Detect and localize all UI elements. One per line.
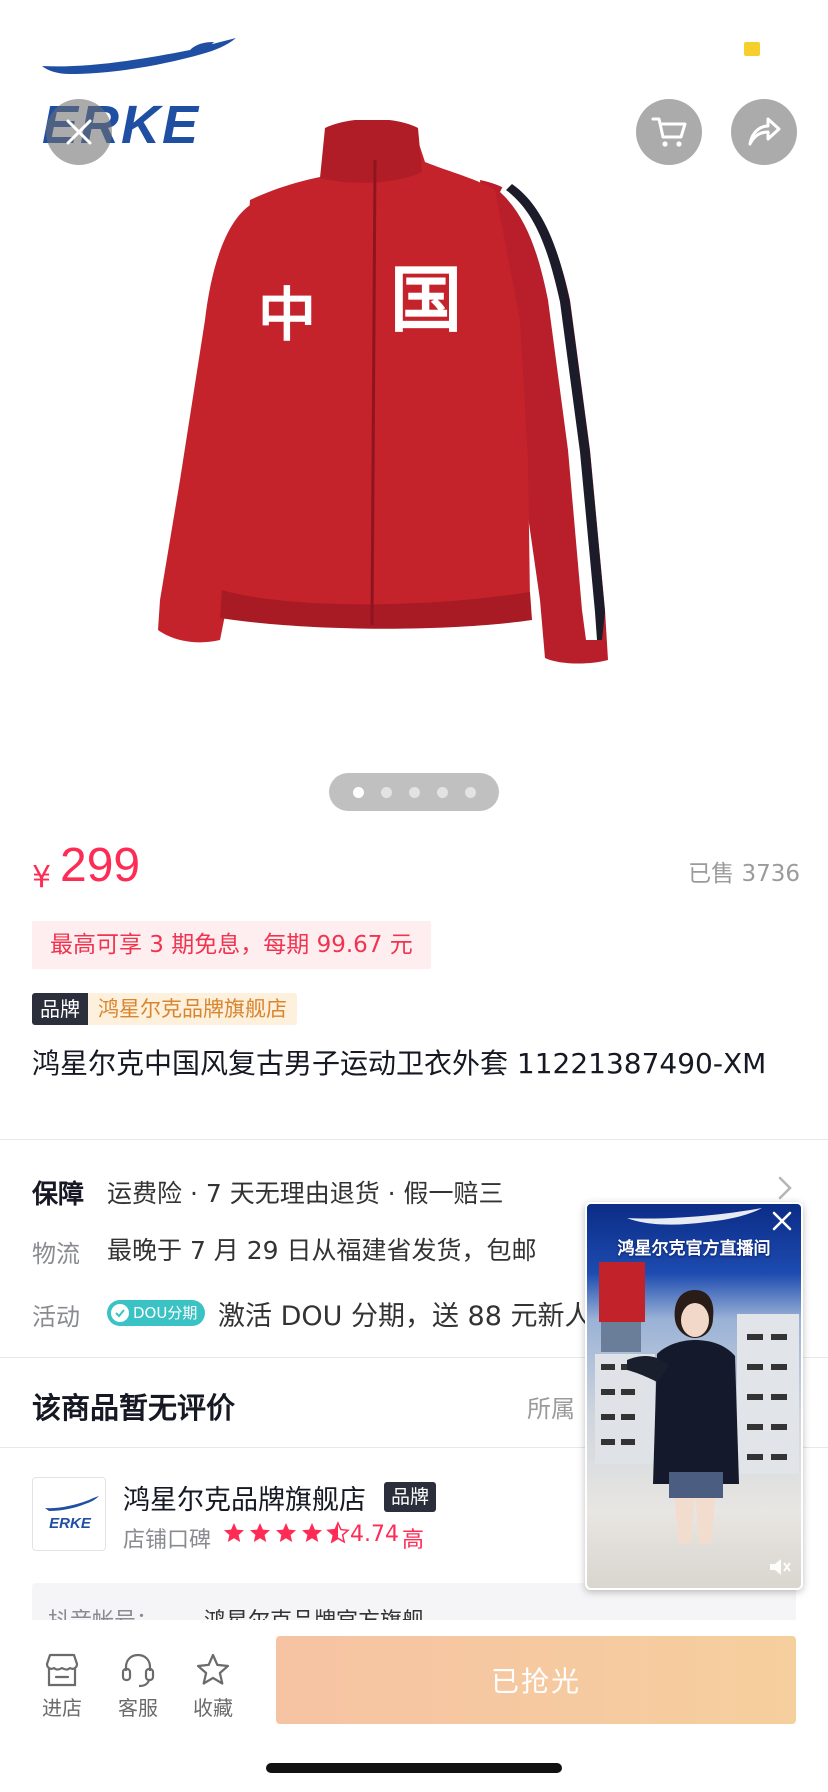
carousel-dot[interactable] bbox=[464, 786, 476, 798]
tab-favorite-label: 收藏 bbox=[193, 1696, 233, 1720]
store-logo-text: ERKE bbox=[49, 1515, 92, 1532]
price-amount: 299 bbox=[60, 839, 141, 892]
star-filled-icon bbox=[250, 1523, 270, 1542]
check-icon bbox=[111, 1304, 129, 1322]
live-stream-mini-window[interactable]: 鸿星尔克官方直播间 bbox=[585, 1202, 803, 1590]
product-title: 鸿星尔克中国风复古男子运动卫衣外套 11221387490-XM bbox=[32, 1047, 767, 1080]
product-image-carousel[interactable]: ERKE 中 国 bbox=[0, 0, 828, 820]
tab-store-label: 进店 bbox=[42, 1696, 82, 1720]
store-rating-stars bbox=[222, 1521, 350, 1545]
erke-wing-icon bbox=[42, 38, 236, 74]
star-half-icon bbox=[326, 1521, 350, 1544]
reviews-right-text[interactable]: 所属 bbox=[527, 1389, 575, 1424]
badge-flag-icon bbox=[744, 42, 760, 56]
product-jacket-image: 中 国 bbox=[158, 120, 608, 664]
divider bbox=[0, 1139, 828, 1140]
currency-symbol: ¥ bbox=[32, 860, 52, 895]
store-name[interactable]: 鸿星尔克品牌旗舰店 bbox=[123, 1478, 366, 1517]
guarantee-value[interactable]: 运费险 · 7 天无理由退货 · 假一赔三 bbox=[107, 1174, 504, 1210]
jacket-chest-text-right: 国 bbox=[390, 258, 462, 342]
store-rating-level: 高 bbox=[402, 1528, 425, 1553]
chevron-right-icon[interactable] bbox=[778, 1176, 792, 1200]
close-icon[interactable] bbox=[771, 1210, 793, 1232]
star-icon bbox=[196, 1653, 230, 1685]
star-filled-icon bbox=[276, 1523, 296, 1542]
live-stream-video bbox=[595, 1208, 799, 1544]
installment-banner[interactable]: 最高可享 3 期免息，每期 99.67 元 bbox=[32, 921, 431, 969]
cart-icon bbox=[651, 117, 687, 147]
dou-badge-label: DOU分期 bbox=[133, 1304, 198, 1322]
sold-out-button[interactable]: 已抢光 bbox=[276, 1636, 796, 1724]
product-page: ERKE 中 国 ¥ 299 已售 3736 最高可享 3 期免息，每期 99.… bbox=[0, 0, 828, 1792]
store-rating-score: 4.74 bbox=[350, 1522, 399, 1547]
store-tag[interactable]: 鸿星尔克品牌旗舰店 bbox=[88, 993, 297, 1025]
star-filled-icon bbox=[302, 1523, 322, 1542]
store-icon bbox=[45, 1653, 79, 1687]
dou-installment-badge[interactable]: DOU分期 bbox=[107, 1300, 206, 1326]
sold-count: 已售 3736 bbox=[688, 861, 800, 887]
star-filled-icon bbox=[224, 1523, 244, 1542]
price-row: ¥ 299 已售 3736 bbox=[32, 838, 800, 898]
mute-icon[interactable] bbox=[767, 1556, 793, 1578]
tab-service-label: 客服 bbox=[118, 1696, 158, 1720]
guarantee-label: 保障 bbox=[32, 1180, 85, 1210]
tab-customer-service[interactable]: 客服 bbox=[103, 1650, 173, 1721]
tab-store[interactable]: 进店 bbox=[27, 1650, 97, 1721]
activity-value[interactable]: 激活 DOU 分期，送 88 元新人 bbox=[218, 1294, 592, 1333]
live-stream-title: 鸿星尔克官方直播间 bbox=[617, 1239, 771, 1259]
jacket-chest-text-left: 中 bbox=[258, 281, 316, 349]
home-indicator[interactable] bbox=[266, 1763, 562, 1773]
carousel-dot[interactable] bbox=[436, 786, 448, 798]
cart-button[interactable] bbox=[636, 99, 702, 165]
logistics-value: 最晚于 7 月 29 日从福建省发货，包邮 bbox=[107, 1236, 537, 1265]
store-rating-label: 店铺口碑 bbox=[123, 1528, 212, 1553]
tab-favorite[interactable]: 收藏 bbox=[178, 1650, 248, 1721]
carousel-indicator bbox=[329, 773, 499, 811]
share-arrow-icon bbox=[748, 117, 781, 146]
close-icon bbox=[66, 119, 92, 145]
store-logo[interactable]: ERKE bbox=[32, 1477, 106, 1551]
store-brand-badge: 品牌 bbox=[384, 1482, 437, 1512]
share-button[interactable] bbox=[731, 99, 797, 165]
brand-badge: 品牌 bbox=[32, 993, 88, 1025]
carousel-dot[interactable] bbox=[380, 786, 392, 798]
activity-label: 活动 bbox=[32, 1303, 80, 1331]
carousel-dot[interactable] bbox=[408, 786, 420, 798]
brand-tag-row[interactable]: 品牌 鸿星尔克品牌旗舰店 bbox=[32, 993, 297, 1025]
carousel-dot[interactable] bbox=[352, 786, 364, 798]
headset-icon bbox=[121, 1653, 155, 1688]
logistics-label: 物流 bbox=[32, 1240, 80, 1268]
close-button[interactable] bbox=[46, 99, 112, 165]
erke-store-logo-icon: ERKE bbox=[45, 1496, 99, 1532]
reviews-title: 该商品暂无评价 bbox=[32, 1391, 236, 1425]
